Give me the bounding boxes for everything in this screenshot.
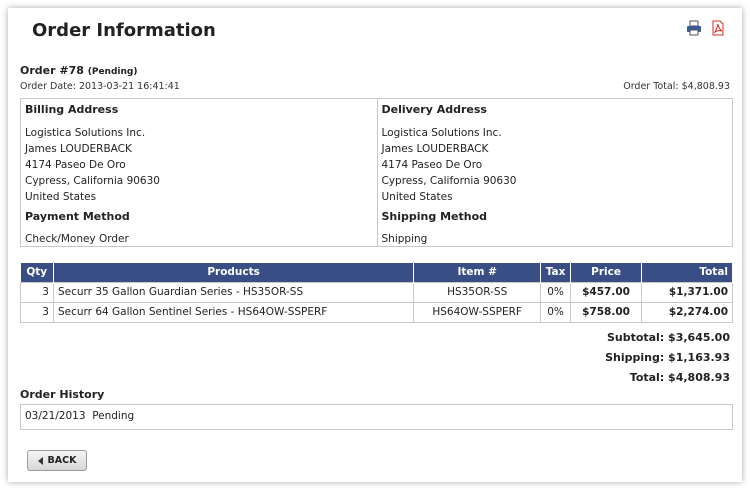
caret-left-icon [37, 456, 43, 465]
header-item-number: Item # [413, 263, 542, 282]
order-totals: Subtotal: $3,645.00 Shipping: $1,163.93 … [605, 328, 730, 388]
table-row: 3 Securr 64 Gallon Sentinel Series - HS6… [20, 301, 733, 323]
order-items-table: Qty Products Item # Tax Price Total 3 Se… [20, 263, 733, 323]
billing-line: James LOUDERBACK [25, 143, 132, 155]
subtotal: Subtotal: $3,645.00 [606, 331, 730, 344]
grand-total: Total: $4,808.93 [629, 371, 730, 384]
toolbar [686, 20, 726, 36]
cell-product: Securr 35 Gallon Guardian Series - HS35O… [52, 281, 415, 303]
order-status: (Pending) [87, 67, 138, 77]
pdf-icon[interactable] [710, 20, 726, 36]
billing-line: Logistica Solutions Inc. [25, 127, 146, 139]
billing-line: 4174 Paseo De Oro [25, 159, 126, 171]
order-history-box: 03/21/2013 Pending [20, 404, 733, 430]
payment-method-title: Payment Method [25, 210, 130, 223]
cell-price: $758.00 [570, 301, 643, 323]
header-price: Price [570, 263, 643, 282]
delivery-line: United States [381, 191, 453, 203]
table-row: 3 Securr 35 Gallon Guardian Series - HS3… [20, 281, 733, 303]
table-header-row: Qty Products Item # Tax Price Total [20, 263, 733, 282]
delivery-line: James LOUDERBACK [381, 143, 489, 155]
cell-product: Securr 64 Gallon Sentinel Series - HS64O… [52, 301, 415, 323]
billing-line: Cypress, California 90630 [25, 175, 160, 187]
back-button[interactable]: BACK [27, 450, 87, 471]
cell-total: $2,274.00 [641, 301, 733, 323]
cell-tax: 0% [540, 301, 572, 323]
order-date: Order Date: 2013-03-21 16:41:41 [20, 81, 180, 92]
history-entry: 03/21/2013 Pending [25, 410, 135, 422]
billing-line: United States [25, 191, 97, 203]
header-products: Products [53, 263, 415, 282]
shipping-method-value: Shipping [381, 233, 428, 245]
delivery-line: Logistica Solutions Inc. [381, 127, 502, 139]
delivery-title: Delivery Address [381, 103, 487, 116]
back-button-label: BACK [47, 455, 77, 466]
order-meta: Order Date: 2013-03-21 16:41:41 Order To… [20, 81, 730, 95]
shipping-method-title: Shipping Method [381, 210, 488, 223]
cell-qty: 3 [20, 301, 54, 323]
cell-total: $1,371.00 [641, 281, 733, 303]
billing-column: Billing Address Logistica Solutions Inc.… [21, 99, 377, 246]
order-history-title: Order History [20, 388, 105, 401]
order-number: Order #78 [20, 64, 84, 77]
order-panel: Order Information Order #78 (Pending) Or… [8, 8, 742, 482]
delivery-column: Delivery Address Logistica Solutions Inc… [376, 99, 733, 246]
cell-tax: 0% [540, 281, 572, 303]
page-title: Order Information [32, 20, 216, 41]
address-box: Billing Address Logistica Solutions Inc.… [20, 98, 733, 247]
payment-method-value: Check/Money Order [25, 233, 129, 245]
cell-item-number: HS35OR-SS [413, 281, 542, 303]
order-heading: Order #78 (Pending) [20, 64, 137, 77]
cell-price: $457.00 [570, 281, 643, 303]
order-total: Order Total: $4,808.93 [623, 81, 730, 92]
shipping-total: Shipping: $1,163.93 [605, 351, 730, 364]
header-total: Total [641, 263, 733, 282]
cell-qty: 3 [20, 281, 54, 303]
delivery-line: 4174 Paseo De Oro [381, 159, 483, 171]
printer-icon[interactable] [686, 20, 702, 36]
header-tax: Tax [540, 263, 572, 282]
header-qty: Qty [20, 263, 54, 282]
cell-item-number: HS64OW-SSPERF [413, 301, 542, 323]
delivery-line: Cypress, California 90630 [381, 175, 517, 187]
billing-title: Billing Address [25, 103, 119, 116]
